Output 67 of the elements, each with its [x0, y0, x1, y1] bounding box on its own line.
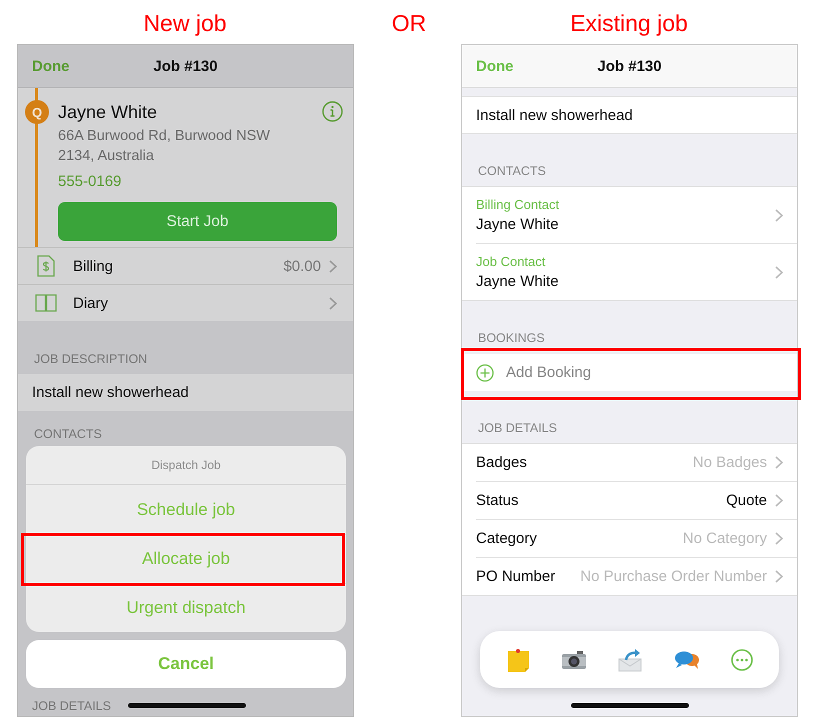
phone-link[interactable]: 555-0169	[58, 173, 337, 190]
detail-label: PO Number	[476, 568, 556, 585]
contact-role: Job Contact	[476, 254, 546, 269]
section-header: JOB DETAILS	[478, 421, 557, 435]
status-badge: Q	[25, 100, 49, 124]
screen-title: Job #130	[153, 58, 218, 74]
detail-value: No Category	[682, 530, 767, 547]
section-header: JOB DETAILS	[32, 699, 111, 713]
section-header: CONTACTS	[34, 427, 102, 441]
dollar-document-icon	[36, 255, 54, 277]
client-address: 66A Burwood Rd, Burwood NSW 2134, Australia	[58, 127, 271, 166]
add-booking-label: Add Booking	[506, 364, 592, 381]
sheet-option[interactable]: Urgent dispatch	[26, 583, 346, 632]
chevron-icon	[775, 532, 783, 545]
chevron-icon	[775, 494, 783, 507]
add-icon	[476, 364, 494, 382]
done-button[interactable]: Done	[32, 58, 70, 74]
cancel-button[interactable]: Cancel	[26, 640, 346, 688]
row-value: $0.00	[283, 258, 321, 274]
done-button[interactable]: Done	[476, 58, 514, 74]
caption: Existing job	[570, 10, 688, 37]
section-header: JOB DESCRIPTION	[34, 352, 148, 366]
start-job-button[interactable]: Start Job	[58, 202, 337, 241]
chevron-icon	[775, 208, 783, 222]
detail-value: Quote	[726, 492, 767, 509]
more-icon[interactable]	[731, 648, 754, 670]
caption: New job	[143, 10, 227, 37]
chevron-icon	[329, 296, 337, 310]
detail-value: No Purchase Order Number	[580, 568, 767, 585]
email-forward-icon[interactable]	[618, 648, 642, 672]
detail-label: Badges	[476, 454, 528, 471]
menu-row[interactable]: Diary	[18, 284, 353, 321]
client-name: Jayne White	[58, 102, 158, 123]
detail-row[interactable]: Badges No Badges	[476, 444, 797, 481]
detail-row[interactable]: PO Number No Purchase Order Number	[476, 557, 797, 595]
job-description: Install new showerhead	[476, 106, 633, 124]
contact-name: Jayne White	[476, 273, 560, 290]
section-header: BOOKINGS	[478, 331, 545, 345]
caption: OR	[392, 10, 426, 37]
row-label: Diary	[73, 294, 110, 312]
chat-bubbles-icon[interactable]	[674, 650, 700, 670]
camera-icon[interactable]	[561, 650, 588, 670]
chevron-icon	[775, 456, 783, 469]
chevron-icon	[775, 266, 783, 278]
sheet-title: Dispatch Job	[151, 458, 221, 472]
menu-row[interactable]: Billing $0.00	[18, 247, 353, 284]
contact-row[interactable]: Billing Contact Jayne White	[476, 187, 797, 243]
sheet-option[interactable]: Allocate job	[26, 534, 346, 583]
detail-row[interactable]: Status Quote	[476, 481, 797, 519]
add-booking-row[interactable]: Add Booking	[462, 354, 797, 391]
contact-row[interactable]: Job Contact Jayne White	[476, 243, 797, 300]
detail-row[interactable]: Category No Category	[476, 519, 797, 557]
detail-label: Category	[476, 530, 538, 547]
detail-value: No Badges	[692, 454, 767, 471]
contact-name: Jayne White	[476, 216, 560, 233]
section-header: CONTACTS	[478, 164, 546, 178]
chevron-icon	[329, 260, 337, 272]
sticky-note-icon[interactable]	[506, 648, 530, 672]
chevron-icon	[775, 570, 783, 583]
screen-title: Job #130	[597, 58, 662, 74]
detail-label: Status	[476, 492, 520, 509]
info-icon[interactable]	[322, 101, 343, 122]
job-description: Install new showerhead	[32, 384, 189, 401]
book-icon	[34, 294, 56, 312]
row-label: Billing	[73, 258, 114, 274]
sheet-option[interactable]: Schedule job	[26, 485, 346, 534]
contact-role: Billing Contact	[476, 197, 560, 212]
